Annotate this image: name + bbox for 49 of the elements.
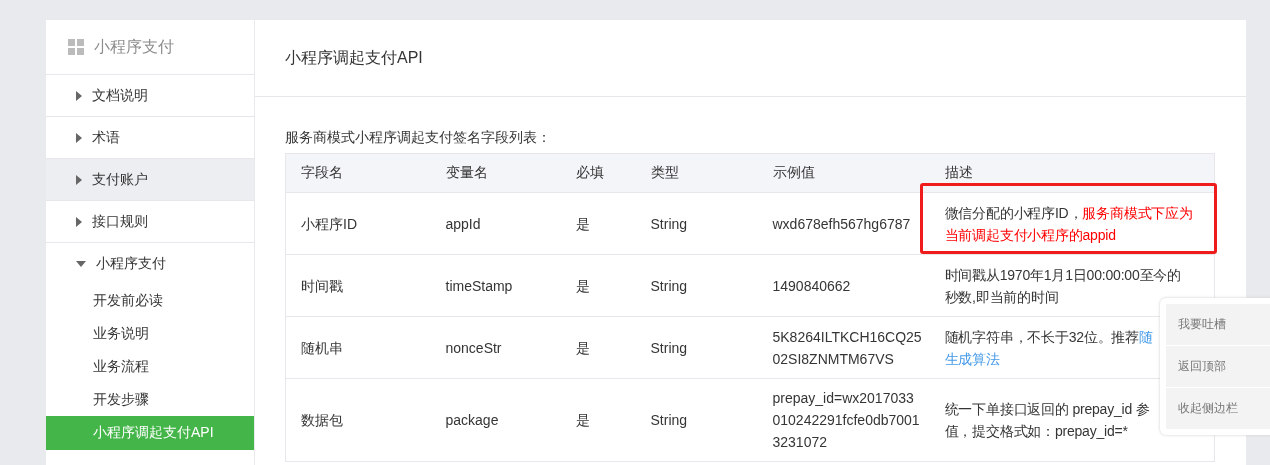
caret-right-icon (76, 132, 82, 143)
sidebar-subitem[interactable]: 开发前必读 (46, 284, 254, 317)
column-header: 示例值 (757, 153, 930, 193)
sidebar-item[interactable]: 文档说明 (46, 75, 254, 117)
grid-icon (68, 39, 84, 55)
floating-panel-button[interactable]: 我要吐槽 (1166, 304, 1270, 345)
table-cell: nonceStr (430, 316, 561, 379)
table-cell: String (635, 192, 758, 255)
table-cell: 是 (560, 316, 636, 379)
floating-panel-button[interactable]: 收起侧边栏 (1166, 388, 1270, 429)
table-cell: 小程序ID (285, 192, 431, 255)
table-caption: 服务商模式小程序调起支付签名字段列表： (285, 129, 552, 147)
column-header: 类型 (635, 153, 758, 193)
sidebar-item[interactable]: 小程序支付 (46, 243, 254, 284)
table-cell: 随机串 (285, 316, 431, 379)
caret-right-icon (76, 90, 82, 101)
caret-down-icon (76, 260, 86, 267)
sidebar-subitem[interactable]: 业务说明 (46, 317, 254, 350)
sidebar-subitem[interactable]: 开发步骤 (46, 383, 254, 416)
column-header: 变量名 (430, 153, 561, 193)
description-text: 时间戳从1970年1月1日00:00:00至今的 秒数,即当前的时间 (944, 265, 1181, 307)
table-cell: 是 (560, 254, 636, 317)
description-text: 统一下单接口返回的 prepay_id 参 值，提交格式如：prepay_id=* (944, 400, 1150, 441)
sidebar-item[interactable]: 接口规则 (46, 201, 254, 243)
column-header: 字段名 (285, 153, 431, 193)
description-text: 微信分配的小程序ID，服务商模式下应为 当前调起支付小程序的appid (944, 203, 1193, 245)
table-cell: package (430, 378, 561, 462)
floating-panel-button[interactable]: 返回顶部 (1166, 346, 1270, 387)
table-cell: wxd678efh567hg6787 (757, 192, 930, 255)
description-text: 随机字符串，不长于32位。推荐随 生成算法 (944, 327, 1153, 369)
table-cell: 是 (560, 378, 636, 462)
table-cell: 时间戳 (285, 254, 431, 317)
table-cell: String (635, 378, 758, 462)
caret-right-icon (76, 174, 82, 185)
table-cell: String (635, 254, 758, 317)
page-title: 小程序调起支付API (285, 47, 423, 68)
column-header: 必填 (560, 153, 636, 193)
table-cell: String (635, 316, 758, 379)
table-cell: 1490840662 (757, 254, 930, 317)
sidebar-item[interactable]: 支付账户 (46, 159, 254, 201)
table-cell: 5K8264ILTKCH16CQ25 02SI8ZNMTM67VS (757, 316, 930, 379)
table-cell: prepay_id=wx2017033 010242291fcfe0db7001 3231072 (757, 378, 930, 462)
table-cell: 数据包 (285, 378, 431, 462)
table-cell: appId (430, 192, 561, 255)
table-cell: timeStamp (430, 254, 561, 317)
sidebar-title: 小程序支付 (94, 36, 174, 57)
caret-right-icon (76, 216, 82, 227)
sidebar-subitem[interactable]: 业务流程 (46, 350, 254, 383)
table-cell: 是 (560, 192, 636, 255)
